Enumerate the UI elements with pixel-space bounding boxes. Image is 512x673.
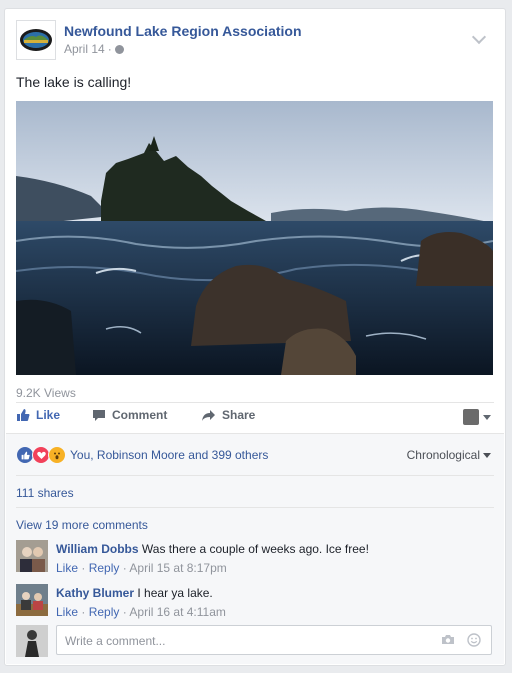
commenter-name[interactable]: William Dobbs <box>56 542 139 556</box>
comment-icon <box>93 409 105 421</box>
page-logo[interactable] <box>16 20 56 60</box>
share-button[interactable]: Share <box>201 408 255 422</box>
avatar[interactable] <box>16 584 48 616</box>
reaction-avatar-selector[interactable] <box>463 409 491 425</box>
chevron-down-icon[interactable] <box>471 29 487 45</box>
comment-timestamp[interactable]: April 16 at 4:11am <box>129 605 226 619</box>
share-label: Share <box>222 408 256 422</box>
divider <box>16 507 494 508</box>
post-card: Newfound Lake Region Association April 1… <box>4 8 506 666</box>
lake-video-frame <box>16 101 493 375</box>
reaction-names[interactable]: You, Robinson Moore and 399 others <box>70 448 268 462</box>
commenter-name[interactable]: Kathy Blumer <box>56 586 134 600</box>
video-player[interactable] <box>16 101 493 375</box>
post-date[interactable]: April 14 <box>64 42 105 56</box>
share-icon <box>202 409 215 421</box>
camera-icon[interactable] <box>441 634 455 645</box>
view-count: 9.2K Views <box>16 386 76 400</box>
comment-input-box[interactable] <box>56 625 492 655</box>
post-header: Newfound Lake Region Association April 1… <box>16 20 487 60</box>
comment-text: I hear ya lake. <box>137 586 213 600</box>
thumbs-up-icon <box>17 409 30 421</box>
comment-like-link[interactable]: Like <box>56 561 78 575</box>
divider <box>16 475 494 476</box>
caret-down-icon <box>483 452 491 458</box>
divider <box>16 402 494 403</box>
wow-reaction-icon <box>48 446 66 464</box>
comment-sort-dropdown[interactable]: Chronological <box>407 448 491 462</box>
comment-reply-link[interactable]: Reply <box>89 605 120 619</box>
avatar[interactable] <box>16 540 48 572</box>
comment-body: William Dobbs Was there a couple of week… <box>56 542 369 556</box>
page-name-link[interactable]: Newfound Lake Region Association <box>64 23 302 39</box>
post-text: The lake is calling! <box>16 74 132 90</box>
comment-button[interactable]: Comment <box>92 408 167 422</box>
comment-label: Comment <box>112 408 168 422</box>
lake-logo-icon <box>20 29 52 51</box>
comment-footer: Like · Reply · April 16 at 4:11am <box>56 605 226 619</box>
comment-item: William Dobbs Was there a couple of week… <box>16 540 486 576</box>
comment-body: Kathy Blumer I hear ya lake. <box>56 586 213 600</box>
comment-input[interactable] <box>63 631 427 651</box>
sort-label: Chronological <box>406 448 480 462</box>
comment-item: Kathy Blumer I hear ya lake. Like · Repl… <box>16 584 486 620</box>
comment-text: Was there a couple of weeks ago. Ice fre… <box>141 542 369 556</box>
shares-link[interactable]: 111 shares <box>16 486 74 500</box>
like-label: Like <box>36 408 61 422</box>
avatar <box>463 409 479 425</box>
emoji-icon[interactable] <box>467 633 481 647</box>
caret-down-icon <box>483 414 491 420</box>
comment-composer <box>16 625 492 657</box>
meta-separator: · <box>107 42 112 56</box>
action-bar: Like Comment Share <box>16 406 493 430</box>
comment-reply-link[interactable]: Reply <box>89 561 120 575</box>
view-more-comments-link[interactable]: View 19 more comments <box>16 518 148 532</box>
like-button[interactable]: Like <box>16 408 60 422</box>
reaction-summary[interactable]: You, Robinson Moore and 399 others <box>16 446 268 464</box>
comment-like-link[interactable]: Like <box>56 605 78 619</box>
comment-footer: Like · Reply · April 15 at 8:17pm <box>56 561 227 575</box>
comment-timestamp[interactable]: April 15 at 8:17pm <box>129 561 226 575</box>
post-meta: April 14 · <box>64 42 124 56</box>
globe-icon[interactable] <box>114 45 124 54</box>
avatar <box>16 625 48 657</box>
